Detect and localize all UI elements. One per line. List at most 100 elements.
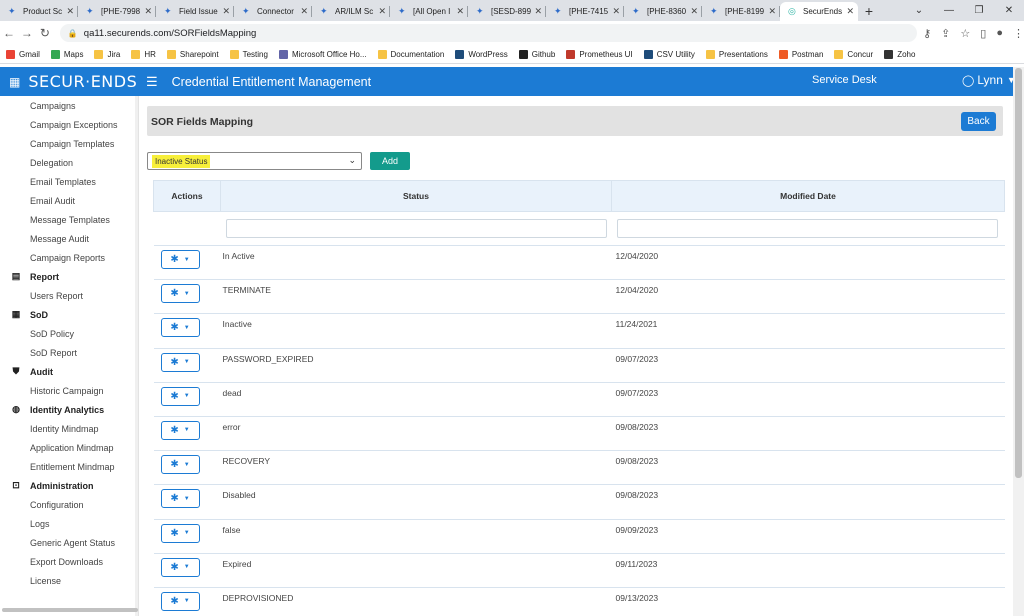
close-icon[interactable]: ✕ bbox=[690, 6, 698, 17]
sidebar-item-campaign-reports[interactable]: Campaign Reports bbox=[0, 248, 138, 267]
sidebar-item-generic-agent-status[interactable]: Generic Agent Status bbox=[0, 533, 138, 552]
bookmark-item[interactable]: WordPress bbox=[455, 49, 508, 59]
new-tab-button[interactable]: + bbox=[858, 2, 880, 21]
close-icon[interactable]: ✕ bbox=[846, 6, 854, 17]
star-icon[interactable]: ☆ bbox=[960, 27, 970, 40]
key-icon[interactable]: ⚷ bbox=[923, 27, 931, 40]
column-header-modified-date[interactable]: Modified Date bbox=[611, 180, 1005, 212]
row-actions-button[interactable]: ✱ ▼ bbox=[160, 284, 200, 304]
sidebar-item-entitlement-mindmap[interactable]: Entitlement Mindmap bbox=[0, 457, 138, 476]
page-scrollbar[interactable] bbox=[1013, 67, 1024, 616]
column-header-status[interactable]: Status bbox=[220, 180, 612, 212]
bookmark-item[interactable]: CSV Utility bbox=[643, 49, 695, 59]
browser-tab[interactable]: ◎ SecurEnds ✕ bbox=[780, 2, 858, 21]
bookmark-item[interactable]: Testing bbox=[229, 49, 268, 59]
row-actions-button[interactable]: ✱ ▼ bbox=[160, 591, 200, 611]
bookmark-item[interactable]: Documentation bbox=[377, 49, 444, 59]
sidebar-item-sod-policy[interactable]: SoD Policy bbox=[0, 324, 138, 343]
status-filter-input[interactable] bbox=[225, 219, 607, 238]
bookmark-item[interactable]: HR bbox=[131, 49, 156, 59]
side-panel-icon[interactable]: ▯ bbox=[980, 27, 986, 40]
apps-grid-icon[interactable]: ▦ bbox=[9, 75, 20, 89]
sidebar-item-identity-mindmap[interactable]: Identity Mindmap bbox=[0, 419, 138, 438]
sidebar-item-license[interactable]: License bbox=[0, 571, 138, 590]
browser-tab[interactable]: ✦ [All Open I ✕ bbox=[390, 2, 468, 21]
row-actions-button[interactable]: ✱ ▼ bbox=[160, 489, 200, 509]
sidebar-section-sod[interactable]: ▦ SoD bbox=[0, 305, 138, 324]
user-menu[interactable]: ◯ Lynn ▼ bbox=[962, 73, 1016, 87]
bookmark-item[interactable]: Microsoft Office Ho... bbox=[278, 49, 367, 59]
browser-tab[interactable]: ✦ [PHE-8360 ✕ bbox=[624, 2, 702, 21]
browser-tab[interactable]: ✦ AR/ILM Sc ✕ bbox=[312, 2, 390, 21]
url-field[interactable]: 🔒 qa11.securends.com/SORFieldsMapping bbox=[59, 24, 918, 42]
sidebar-item-users-report[interactable]: Users Report bbox=[0, 286, 138, 305]
close-window-icon[interactable]: ✕ bbox=[994, 5, 1024, 16]
browser-menu-icon[interactable]: ⋮ bbox=[1013, 27, 1024, 40]
sidebar-item-export-downloads[interactable]: Export Downloads bbox=[0, 552, 138, 571]
browser-tab[interactable]: ✦ Connector ✕ bbox=[234, 2, 312, 21]
close-icon[interactable]: ✕ bbox=[144, 6, 152, 17]
browser-tab[interactable]: ✦ [SESD-899 ✕ bbox=[468, 2, 546, 21]
sidebar-section-report[interactable]: ▤ Report bbox=[0, 267, 138, 286]
sidebar-item-campaign-exceptions[interactable]: Campaign Exceptions bbox=[0, 115, 138, 134]
date-filter-input[interactable] bbox=[616, 219, 998, 238]
sidebar-section-audit[interactable]: ⛊ Audit bbox=[0, 362, 138, 381]
reload-icon[interactable]: ↻ bbox=[36, 26, 54, 40]
bookmark-item[interactable]: Gmail bbox=[6, 49, 40, 59]
bookmark-item[interactable]: Concur bbox=[834, 49, 873, 59]
status-select[interactable]: Inactive Status ⌄ bbox=[147, 152, 362, 170]
sidebar-item-historic-campaign[interactable]: Historic Campaign bbox=[0, 381, 138, 400]
sidebar-item-campaigns[interactable]: Campaigns bbox=[0, 96, 138, 115]
restore-icon[interactable]: ❐ bbox=[964, 5, 994, 16]
sidebar-item-email-audit[interactable]: Email Audit bbox=[0, 191, 138, 210]
close-icon[interactable]: ✕ bbox=[378, 6, 386, 17]
row-actions-button[interactable]: ✱ ▼ bbox=[160, 318, 200, 338]
profile-icon[interactable]: ● bbox=[996, 27, 1003, 39]
sidebar-item-message-templates[interactable]: Message Templates bbox=[0, 210, 138, 229]
sidebar-item-message-audit[interactable]: Message Audit bbox=[0, 229, 138, 248]
sidebar-item-email-templates[interactable]: Email Templates bbox=[0, 172, 138, 191]
row-actions-button[interactable]: ✱ ▼ bbox=[160, 557, 200, 577]
bookmark-item[interactable]: Maps bbox=[50, 49, 83, 59]
sidebar-item-campaign-templates[interactable]: Campaign Templates bbox=[0, 134, 138, 153]
sidebar-item-application-mindmap[interactable]: Application Mindmap bbox=[0, 438, 138, 457]
close-icon[interactable]: ✕ bbox=[300, 6, 308, 17]
close-icon[interactable]: ✕ bbox=[456, 6, 464, 17]
close-icon[interactable]: ✕ bbox=[222, 6, 230, 17]
bookmark-item[interactable]: Zoho bbox=[884, 49, 915, 59]
browser-tab[interactable]: ✦ Field Issue ✕ bbox=[156, 2, 234, 21]
bookmark-item[interactable]: Jira bbox=[94, 49, 120, 59]
close-icon[interactable]: ✕ bbox=[612, 6, 620, 17]
sidebar-item-configuration[interactable]: Configuration bbox=[0, 495, 138, 514]
share-icon[interactable]: ⇪ bbox=[941, 27, 950, 40]
close-icon[interactable]: ✕ bbox=[768, 6, 776, 17]
back-button[interactable]: Back bbox=[961, 112, 996, 131]
sidebar-section-administration[interactable]: ⊡ Administration bbox=[0, 476, 138, 495]
forward-arrow-icon[interactable]: → bbox=[18, 26, 36, 40]
close-icon[interactable]: ✕ bbox=[66, 6, 74, 17]
row-actions-button[interactable]: ✱ ▼ bbox=[160, 386, 200, 406]
service-desk-link[interactable]: Service Desk bbox=[812, 74, 877, 86]
bookmark-item[interactable]: Github bbox=[518, 49, 555, 59]
browser-tab[interactable]: ✦ [PHE-8199 ✕ bbox=[702, 2, 780, 21]
close-icon[interactable]: ✕ bbox=[534, 6, 542, 17]
back-arrow-icon[interactable]: ← bbox=[0, 26, 18, 40]
row-actions-button[interactable]: ✱ ▼ bbox=[160, 250, 200, 269]
bookmark-item[interactable]: Prometheus UI bbox=[566, 49, 633, 59]
bookmark-item[interactable]: Postman bbox=[778, 49, 823, 59]
chevron-down-icon[interactable]: ⌄ bbox=[904, 5, 934, 16]
row-actions-button[interactable]: ✱ ▼ bbox=[160, 352, 200, 372]
bookmark-item[interactable]: Presentations bbox=[705, 49, 768, 59]
row-actions-button[interactable]: ✱ ▼ bbox=[160, 455, 200, 475]
add-button[interactable]: Add bbox=[370, 152, 410, 170]
browser-tab[interactable]: ✦ Product Sc ✕ bbox=[0, 2, 78, 21]
row-actions-button[interactable]: ✱ ▼ bbox=[160, 420, 200, 440]
page-scrollbar-thumb[interactable] bbox=[1015, 68, 1022, 478]
bookmark-item[interactable]: Sharepoint bbox=[166, 49, 219, 59]
sidebar-section-identity-analytics[interactable]: ◍ Identity Analytics bbox=[0, 400, 138, 419]
row-actions-button[interactable]: ✱ ▼ bbox=[160, 523, 200, 543]
logo[interactable]: ▦ SECUR·ENDS bbox=[0, 72, 140, 91]
sidebar-horizontal-scrollbar[interactable] bbox=[2, 608, 138, 612]
hamburger-menu-icon[interactable]: ☰ bbox=[146, 74, 158, 90]
sidebar-item-sod-report[interactable]: SoD Report bbox=[0, 343, 138, 362]
